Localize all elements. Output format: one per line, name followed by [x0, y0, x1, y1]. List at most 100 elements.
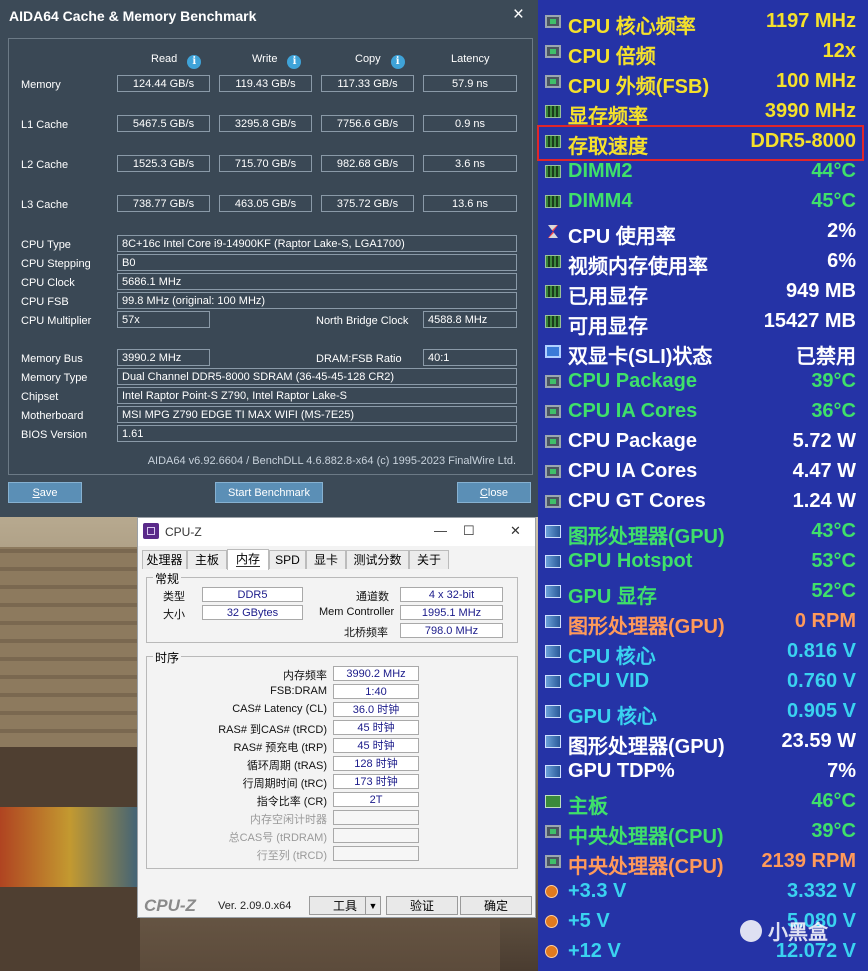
- sensor-name: GPU TDP%: [568, 760, 675, 782]
- sensor-name: 图形处理器(GPU): [568, 736, 725, 758]
- wallpaper-sign: [0, 807, 140, 887]
- voltage-icon: [545, 915, 558, 928]
- cpuz-logo-icon: [143, 523, 159, 539]
- highlight-box: [537, 125, 864, 161]
- cpuz-titlebar: CPU-Z — ☐ ✕: [138, 518, 535, 546]
- sensor-name: CPU 核心: [568, 646, 656, 668]
- cpu-fsb-value: 99.8 MHz (original: 100 MHz): [117, 292, 517, 309]
- minimize-icon[interactable]: —: [434, 523, 447, 538]
- memory-bus-label: Memory Bus: [21, 353, 83, 365]
- cpu-multiplier-label: CPU Multiplier: [21, 315, 92, 327]
- timing-label: 行周期时间 (tRC): [242, 778, 327, 790]
- sensor-name: 图形处理器(GPU): [568, 616, 725, 638]
- l2-latency: 3.6 ns: [423, 155, 517, 172]
- nb-clock-value: 4588.8 MHz: [423, 311, 517, 328]
- info-icon[interactable]: i: [187, 55, 202, 69]
- close-icon[interactable]: ×: [513, 4, 524, 26]
- ok-button[interactable]: 确定: [460, 896, 532, 915]
- motherboard-value: MSI MPG Z790 EDGE TI MAX WIFI (MS-7E25): [117, 406, 517, 423]
- memory-write: 119.43 GB/s: [219, 75, 312, 92]
- memory-icon: [545, 105, 561, 118]
- sensor-value: 52°C: [811, 580, 856, 602]
- info-icon[interactable]: i: [287, 55, 302, 69]
- bios-label: BIOS Version: [21, 429, 88, 441]
- sensor-name: GPU 核心: [568, 706, 657, 728]
- voltage-icon: [545, 885, 558, 898]
- sensor-row: CPU IA Cores 36°C: [538, 397, 868, 427]
- tab-about[interactable]: 关于: [409, 550, 449, 569]
- row-label: L3 Cache: [21, 199, 69, 211]
- sensor-value: 4.47 W: [792, 460, 856, 482]
- validate-button[interactable]: 验证: [386, 896, 458, 915]
- memory-icon: [545, 315, 561, 328]
- version-label: Ver. 2.09.0.x64: [218, 900, 292, 912]
- memory-type-label: Memory Type: [21, 372, 88, 384]
- dram-fsb-label: DRAM:FSB Ratio: [316, 353, 402, 365]
- chevron-down-icon[interactable]: ▼: [365, 896, 381, 915]
- start-benchmark-button[interactable]: Start Benchmark: [215, 482, 323, 503]
- tab-memory[interactable]: 内存: [227, 549, 269, 570]
- window-title: CPU-Z: [165, 525, 202, 539]
- sensor-row: 可用显存 15427 MB: [538, 307, 868, 338]
- tab-cpu[interactable]: 处理器: [142, 550, 187, 569]
- sensor-value: 0.816 V: [787, 640, 856, 662]
- sensor-value: 39°C: [811, 370, 856, 392]
- close-button[interactable]: Close: [457, 482, 531, 503]
- version-footer: AIDA64 v6.92.6604 / BenchDLL 4.6.882.8-x…: [147, 455, 516, 467]
- tab-graphics[interactable]: 显卡: [306, 550, 346, 569]
- tab-mainboard[interactable]: 主板: [187, 550, 227, 569]
- tab-bench[interactable]: 测试分数: [346, 550, 409, 569]
- timing-value: 128 时钟: [333, 756, 419, 771]
- sensor-value: 15427 MB: [763, 310, 856, 332]
- timing-value: [333, 828, 419, 843]
- row-label: L2 Cache: [21, 159, 69, 171]
- sensor-name: 双显卡(SLI)状态: [568, 346, 713, 368]
- size-label: 大小: [163, 609, 185, 621]
- nb-freq-value: 798.0 MHz: [400, 623, 503, 638]
- sensor-name: CPU 倍频: [568, 46, 656, 68]
- sensor-value: 3990 MHz: [764, 100, 856, 122]
- maximize-icon[interactable]: ☐: [463, 523, 475, 539]
- gpu-icon: [545, 705, 561, 718]
- sensor-name: CPU Package: [568, 370, 697, 392]
- row-label: Memory: [21, 79, 61, 91]
- sensor-name: 中央处理器(CPU): [568, 826, 724, 848]
- sensor-name: CPU 使用率: [568, 226, 676, 248]
- gpu-icon: [545, 735, 561, 748]
- l2-copy: 982.68 GB/s: [321, 155, 414, 172]
- timing-label: RAS# 到CAS# (tRCD): [218, 724, 327, 736]
- cpuz-window: CPU-Z — ☐ ✕ 处理器 主板 内存 SPD 显卡 测试分数 关于 常规 …: [137, 517, 536, 918]
- sensor-value: 43°C: [811, 520, 856, 542]
- sensor-name: 已用显存: [568, 286, 648, 308]
- latency-header: Latency: [451, 53, 490, 65]
- sensor-row: GPU 核心 0.905 V: [538, 697, 868, 728]
- cpu-clock-value: 5686.1 MHz: [117, 273, 517, 290]
- sensor-row: CPU Package 5.72 W: [538, 427, 868, 457]
- sensor-value: 36°C: [811, 400, 856, 422]
- chipset-value: Intel Raptor Point-S Z790, Intel Raptor …: [117, 387, 517, 404]
- info-icon[interactable]: i: [390, 55, 405, 69]
- save-button[interactable]: Save: [8, 482, 82, 503]
- sensor-row: 双显卡(SLI)状态 已禁用: [538, 337, 868, 368]
- sensor-name: 中央处理器(CPU): [568, 856, 724, 878]
- l1-write: 3295.8 GB/s: [219, 115, 312, 132]
- mem-controller-label: Mem Controller: [319, 606, 395, 618]
- write-header: Write i: [252, 53, 302, 69]
- tab-spd[interactable]: SPD: [269, 550, 306, 569]
- sensor-row: 图形处理器(GPU) 43°C: [538, 517, 868, 548]
- gpu-icon: [545, 555, 561, 568]
- sensor-value: 6%: [827, 250, 856, 272]
- memory-bus-value: 3990.2 MHz: [117, 349, 210, 366]
- aida64-titlebar: AIDA64 Cache & Memory Benchmark ×: [0, 0, 538, 32]
- cpu-stepping-label: CPU Stepping: [21, 258, 91, 270]
- group-title: 常规: [153, 570, 182, 587]
- sensor-row: GPU TDP% 7%: [538, 757, 868, 787]
- read-header: Read i: [151, 53, 202, 69]
- sensor-name: 可用显存: [568, 316, 648, 338]
- l3-copy: 375.72 GB/s: [321, 195, 414, 212]
- sensor-row: 图形处理器(GPU) 23.59 W: [538, 727, 868, 758]
- sensor-name: +12 V: [568, 940, 621, 962]
- general-group: 常规 类型 DDR5 大小 32 GBytes 通道数 4 x 32-bit M…: [146, 570, 518, 643]
- sensor-row: CPU 核心频率 1197 MHz: [538, 7, 868, 38]
- close-icon[interactable]: ✕: [510, 523, 521, 539]
